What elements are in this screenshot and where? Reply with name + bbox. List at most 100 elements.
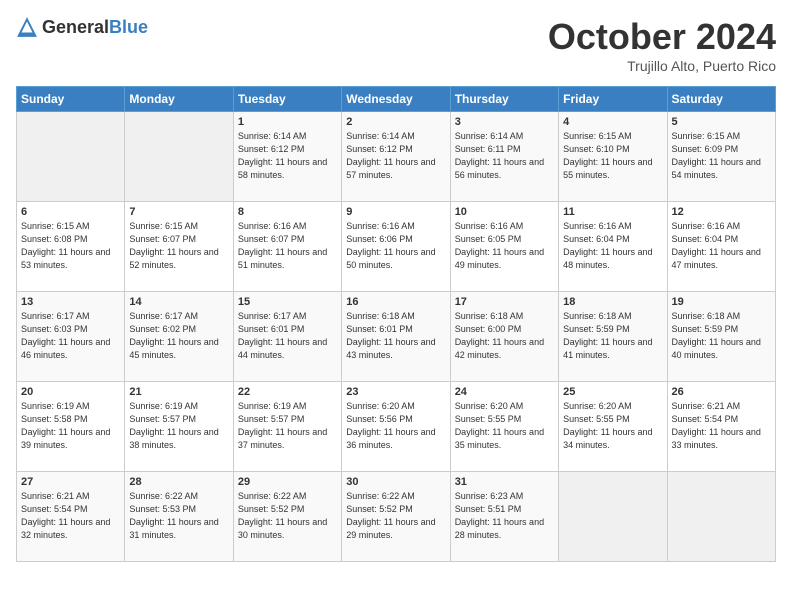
day-cell: 14 Sunrise: 6:17 AM Sunset: 6:02 PM Dayli… xyxy=(125,292,233,382)
logo-blue: Blue xyxy=(109,17,148,37)
day-cell: 24Sunrise: 6:20 AM Sunset: 5:55 PM Dayli… xyxy=(450,382,558,472)
day-number: 3 xyxy=(455,116,554,128)
week-row-2: 6 Sunrise: 6:15 AM Sunset: 6:08 PM Daylig… xyxy=(17,202,776,292)
day-cell: 30 Sunrise: 6:22 AM Sunset: 5:52 PM Dayli… xyxy=(342,472,450,562)
week-row-5: 27Sunrise: 6:21 AM Sunset: 5:54 PM Dayli… xyxy=(17,472,776,562)
day-cell xyxy=(559,472,667,562)
day-info: Sunrise: 6:19 AM Sunset: 5:58 PM Dayligh… xyxy=(21,400,120,452)
day-cell: 3 Sunrise: 6:14 AM Sunset: 6:11 PM Daylig… xyxy=(450,112,558,202)
day-number: 1 xyxy=(238,116,337,128)
day-info: Sunrise: 6:15 AM Sunset: 6:07 PM Dayligh… xyxy=(129,220,228,272)
day-number: 23 xyxy=(346,386,445,398)
day-cell xyxy=(667,472,775,562)
day-cell: 11 Sunrise: 6:16 AM Sunset: 6:04 PM Dayli… xyxy=(559,202,667,292)
day-number: 4 xyxy=(563,116,662,128)
day-cell: 23 Sunrise: 6:20 AM Sunset: 5:56 PM Dayli… xyxy=(342,382,450,472)
day-number: 5 xyxy=(672,116,771,128)
day-cell: 28 Sunrise: 6:22 AM Sunset: 5:53 PM Dayli… xyxy=(125,472,233,562)
logo-icon xyxy=(16,16,38,38)
month-title: October 2024 xyxy=(548,16,776,58)
day-info: Sunrise: 6:20 AM Sunset: 5:55 PM Dayligh… xyxy=(455,400,554,452)
week-row-1: 1 Sunrise: 6:14 AM Sunset: 6:12 PM Daylig… xyxy=(17,112,776,202)
day-info: Sunrise: 6:18 AM Sunset: 6:01 PM Dayligh… xyxy=(346,310,445,362)
day-number: 9 xyxy=(346,206,445,218)
day-number: 22 xyxy=(238,386,337,398)
day-cell: 9Sunrise: 6:16 AM Sunset: 6:06 PM Daylig… xyxy=(342,202,450,292)
header-cell-wednesday: Wednesday xyxy=(342,87,450,112)
week-row-4: 20 Sunrise: 6:19 AM Sunset: 5:58 PM Dayli… xyxy=(17,382,776,472)
header-cell-monday: Monday xyxy=(125,87,233,112)
day-cell: 29Sunrise: 6:22 AM Sunset: 5:52 PM Dayli… xyxy=(233,472,341,562)
day-number: 27 xyxy=(21,476,120,488)
day-number: 11 xyxy=(563,206,662,218)
day-cell: 12Sunrise: 6:16 AM Sunset: 6:04 PM Dayli… xyxy=(667,202,775,292)
week-row-3: 13 Sunrise: 6:17 AM Sunset: 6:03 PM Dayli… xyxy=(17,292,776,382)
day-cell: 21Sunrise: 6:19 AM Sunset: 5:57 PM Dayli… xyxy=(125,382,233,472)
location: Trujillo Alto, Puerto Rico xyxy=(548,58,776,74)
title-block: October 2024 Trujillo Alto, Puerto Rico xyxy=(548,16,776,74)
day-cell: 22Sunrise: 6:19 AM Sunset: 5:57 PM Dayli… xyxy=(233,382,341,472)
day-cell: 2 Sunrise: 6:14 AM Sunset: 6:12 PM Daylig… xyxy=(342,112,450,202)
day-cell: 26Sunrise: 6:21 AM Sunset: 5:54 PM Dayli… xyxy=(667,382,775,472)
day-cell: 7Sunrise: 6:15 AM Sunset: 6:07 PM Daylig… xyxy=(125,202,233,292)
day-info: Sunrise: 6:19 AM Sunset: 5:57 PM Dayligh… xyxy=(129,400,228,452)
day-info: Sunrise: 6:14 AM Sunset: 6:12 PM Dayligh… xyxy=(346,130,445,182)
day-cell: 16 Sunrise: 6:18 AM Sunset: 6:01 PM Dayli… xyxy=(342,292,450,382)
day-cell: 4 Sunrise: 6:15 AM Sunset: 6:10 PM Daylig… xyxy=(559,112,667,202)
header-cell-friday: Friday xyxy=(559,87,667,112)
header-row: SundayMondayTuesdayWednesdayThursdayFrid… xyxy=(17,87,776,112)
calendar-header: SundayMondayTuesdayWednesdayThursdayFrid… xyxy=(17,87,776,112)
day-info: Sunrise: 6:16 AM Sunset: 6:07 PM Dayligh… xyxy=(238,220,337,272)
day-info: Sunrise: 6:22 AM Sunset: 5:52 PM Dayligh… xyxy=(238,490,337,542)
day-cell: 27Sunrise: 6:21 AM Sunset: 5:54 PM Dayli… xyxy=(17,472,125,562)
day-number: 15 xyxy=(238,296,337,308)
day-info: Sunrise: 6:17 AM Sunset: 6:02 PM Dayligh… xyxy=(129,310,228,362)
day-number: 18 xyxy=(563,296,662,308)
day-info: Sunrise: 6:16 AM Sunset: 6:04 PM Dayligh… xyxy=(563,220,662,272)
day-info: Sunrise: 6:14 AM Sunset: 6:12 PM Dayligh… xyxy=(238,130,337,182)
day-info: Sunrise: 6:21 AM Sunset: 5:54 PM Dayligh… xyxy=(672,400,771,452)
day-cell: 1 Sunrise: 6:14 AM Sunset: 6:12 PM Daylig… xyxy=(233,112,341,202)
day-number: 10 xyxy=(455,206,554,218)
day-info: Sunrise: 6:18 AM Sunset: 5:59 PM Dayligh… xyxy=(672,310,771,362)
day-info: Sunrise: 6:17 AM Sunset: 6:03 PM Dayligh… xyxy=(21,310,120,362)
day-number: 30 xyxy=(346,476,445,488)
day-number: 6 xyxy=(21,206,120,218)
calendar-table: SundayMondayTuesdayWednesdayThursdayFrid… xyxy=(16,86,776,562)
day-info: Sunrise: 6:22 AM Sunset: 5:53 PM Dayligh… xyxy=(129,490,228,542)
day-info: Sunrise: 6:18 AM Sunset: 5:59 PM Dayligh… xyxy=(563,310,662,362)
day-number: 16 xyxy=(346,296,445,308)
day-cell: 10Sunrise: 6:16 AM Sunset: 6:05 PM Dayli… xyxy=(450,202,558,292)
day-cell: 6 Sunrise: 6:15 AM Sunset: 6:08 PM Daylig… xyxy=(17,202,125,292)
day-info: Sunrise: 6:15 AM Sunset: 6:08 PM Dayligh… xyxy=(21,220,120,272)
day-number: 25 xyxy=(563,386,662,398)
day-info: Sunrise: 6:22 AM Sunset: 5:52 PM Dayligh… xyxy=(346,490,445,542)
header-cell-saturday: Saturday xyxy=(667,87,775,112)
day-cell: 13 Sunrise: 6:17 AM Sunset: 6:03 PM Dayli… xyxy=(17,292,125,382)
day-number: 20 xyxy=(21,386,120,398)
day-cell: 17 Sunrise: 6:18 AM Sunset: 6:00 PM Dayli… xyxy=(450,292,558,382)
day-info: Sunrise: 6:15 AM Sunset: 6:10 PM Dayligh… xyxy=(563,130,662,182)
day-info: Sunrise: 6:15 AM Sunset: 6:09 PM Dayligh… xyxy=(672,130,771,182)
day-info: Sunrise: 6:18 AM Sunset: 6:00 PM Dayligh… xyxy=(455,310,554,362)
header-cell-tuesday: Tuesday xyxy=(233,87,341,112)
day-info: Sunrise: 6:20 AM Sunset: 5:56 PM Dayligh… xyxy=(346,400,445,452)
day-number: 14 xyxy=(129,296,228,308)
day-number: 28 xyxy=(129,476,228,488)
day-number: 13 xyxy=(21,296,120,308)
day-cell: 5 Sunrise: 6:15 AM Sunset: 6:09 PM Daylig… xyxy=(667,112,775,202)
day-number: 31 xyxy=(455,476,554,488)
page-header: GeneralBlue October 2024 Trujillo Alto, … xyxy=(16,16,776,74)
day-number: 17 xyxy=(455,296,554,308)
day-cell xyxy=(125,112,233,202)
day-info: Sunrise: 6:23 AM Sunset: 5:51 PM Dayligh… xyxy=(455,490,554,542)
day-info: Sunrise: 6:14 AM Sunset: 6:11 PM Dayligh… xyxy=(455,130,554,182)
day-number: 12 xyxy=(672,206,771,218)
header-cell-thursday: Thursday xyxy=(450,87,558,112)
day-info: Sunrise: 6:17 AM Sunset: 6:01 PM Dayligh… xyxy=(238,310,337,362)
day-number: 2 xyxy=(346,116,445,128)
day-cell: 25Sunrise: 6:20 AM Sunset: 5:55 PM Dayli… xyxy=(559,382,667,472)
day-number: 19 xyxy=(672,296,771,308)
calendar-body: 1 Sunrise: 6:14 AM Sunset: 6:12 PM Daylig… xyxy=(17,112,776,562)
logo-general: General xyxy=(42,17,109,37)
